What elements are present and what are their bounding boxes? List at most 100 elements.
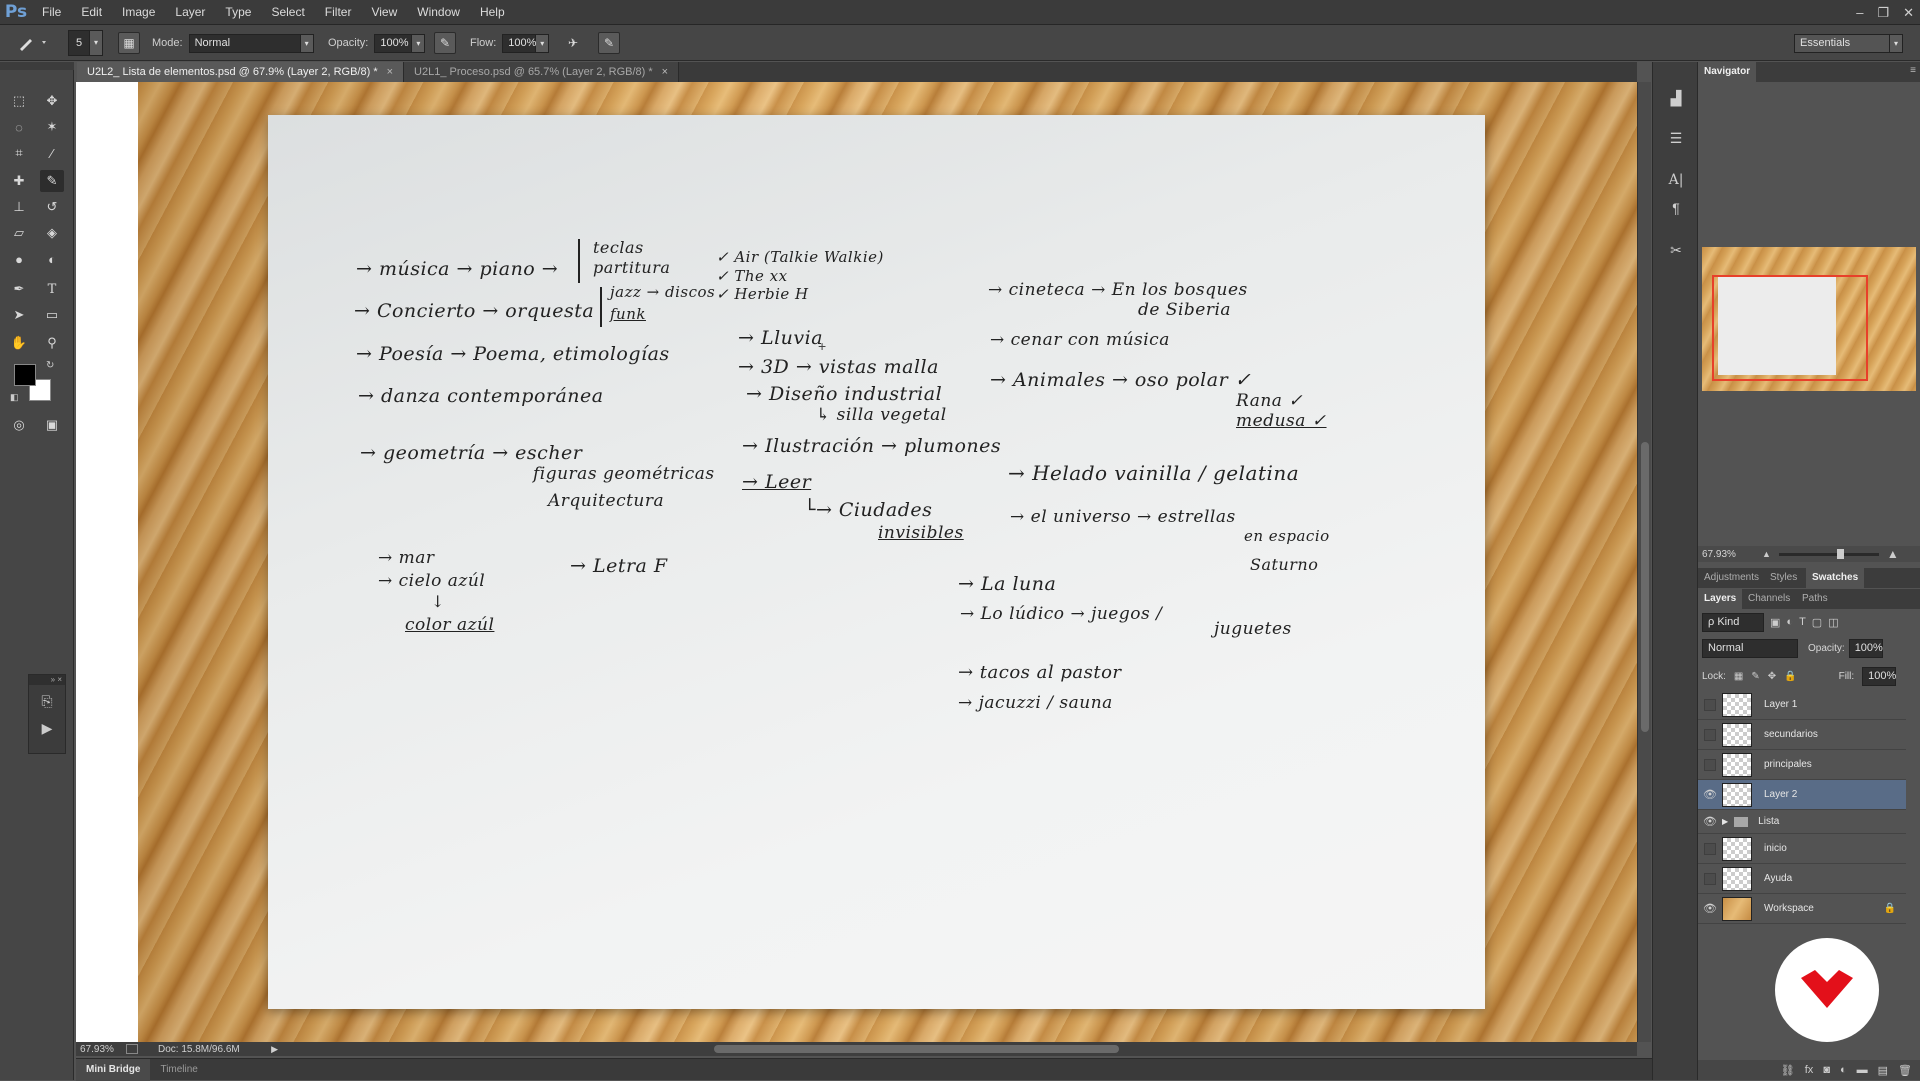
zoom-readout[interactable]: 67.93%: [80, 1044, 126, 1055]
lock-pixels-icon[interactable]: ✎: [1751, 671, 1759, 682]
eye-icon[interactable]: 👁: [1698, 815, 1722, 828]
minimize-button[interactable]: –: [1856, 5, 1863, 20]
screen-mode-icon[interactable]: ▣: [40, 414, 64, 436]
navigator-zoom-value[interactable]: 67.93%: [1702, 549, 1762, 560]
path-select-icon[interactable]: ➤: [7, 304, 31, 326]
filter-type-icon[interactable]: T: [1799, 616, 1806, 628]
close-icon[interactable]: ×: [387, 66, 393, 78]
layer-row[interactable]: inicio: [1698, 834, 1906, 864]
zoom-out-icon[interactable]: ▲: [1762, 549, 1771, 559]
airbrush-icon[interactable]: ✈: [562, 32, 584, 54]
marquee-icon[interactable]: ⬚: [7, 90, 31, 112]
visibility-toggle[interactable]: [1704, 842, 1716, 855]
chevron-down-icon[interactable]: ▾: [300, 33, 314, 53]
move-icon[interactable]: ✥: [40, 90, 64, 112]
properties-icon[interactable]: ☰: [1663, 126, 1689, 150]
zoom-in-icon[interactable]: ▲: [1887, 547, 1899, 561]
history-brush-icon[interactable]: ↺: [40, 196, 64, 218]
default-colors-icon[interactable]: ◧: [10, 392, 19, 403]
filter-pixel-icon[interactable]: ▣: [1770, 616, 1780, 629]
filter-adjust-icon[interactable]: ◐: [1786, 616, 1793, 628]
menu-select[interactable]: Select: [261, 0, 314, 25]
paragraph-icon[interactable]: ¶: [1663, 196, 1689, 220]
play-icon[interactable]: ▶: [271, 1044, 278, 1055]
filter-shape-icon[interactable]: ▢: [1812, 616, 1822, 629]
slider-handle[interactable]: [1836, 548, 1844, 559]
eraser-icon[interactable]: ▱: [7, 222, 31, 244]
rectangle-icon[interactable]: ▭: [40, 304, 64, 326]
document-canvas[interactable]: → música → piano → teclas partitura → Co…: [76, 82, 1637, 1042]
lock-transparent-icon[interactable]: ▦: [1734, 671, 1743, 682]
history-icon[interactable]: ⎘: [29, 693, 65, 710]
brush-icon[interactable]: ✎: [40, 170, 64, 192]
close-window-button[interactable]: ✕: [1903, 5, 1914, 21]
foreground-color-swatch[interactable]: [14, 364, 36, 386]
tab-timeline[interactable]: Timeline: [150, 1059, 207, 1081]
filter-smart-icon[interactable]: ◫: [1828, 616, 1838, 629]
character-icon[interactable]: A|: [1663, 168, 1689, 192]
stamp-icon[interactable]: ⊥: [7, 196, 31, 218]
workspace-switcher[interactable]: Essentials: [1794, 33, 1890, 53]
tab-swatches[interactable]: Swatches: [1806, 568, 1865, 588]
brush-panel-toggle-icon[interactable]: ▦: [118, 32, 140, 54]
toolbar-grip[interactable]: [0, 62, 74, 70]
eye-icon[interactable]: 👁: [1698, 902, 1722, 915]
visibility-toggle[interactable]: [1704, 872, 1716, 885]
swap-colors-icon[interactable]: ↻: [46, 360, 54, 371]
menu-layer[interactable]: Layer: [165, 0, 215, 25]
tab-navigator[interactable]: Navigator: [1698, 62, 1757, 82]
layer-row[interactable]: secundarios: [1698, 720, 1906, 750]
tab-proceso[interactable]: U2L1_ Proceso.psd @ 65.7% (Layer 2, RGB/…: [404, 62, 680, 82]
fx-icon[interactable]: fx: [1805, 1064, 1814, 1076]
expand-arrow-icon[interactable]: ▶: [1722, 817, 1728, 826]
lasso-icon[interactable]: ◌: [7, 116, 31, 138]
vertical-scrollbar[interactable]: [1637, 82, 1651, 1042]
type-icon[interactable]: T: [40, 278, 64, 300]
dodge-icon[interactable]: ◐: [40, 248, 64, 270]
menu-file[interactable]: File: [32, 0, 71, 25]
menu-window[interactable]: Window: [407, 0, 470, 25]
visibility-toggle[interactable]: [1704, 698, 1716, 711]
blend-mode-select[interactable]: Normal: [1702, 638, 1798, 658]
menu-type[interactable]: Type: [215, 0, 261, 25]
menu-view[interactable]: View: [361, 0, 407, 25]
layer-row-selected[interactable]: 👁 Layer 2: [1698, 780, 1906, 810]
chevron-down-icon[interactable]: ▾: [536, 33, 550, 53]
histogram-icon[interactable]: ▟: [1663, 86, 1689, 110]
mode-select[interactable]: Normal: [188, 33, 301, 53]
pressure-size-icon[interactable]: ✎: [598, 32, 620, 54]
brush-presets-icon[interactable]: ✂: [1663, 238, 1689, 262]
lock-position-icon[interactable]: ✥: [1768, 671, 1776, 682]
chevron-down-icon[interactable]: ▾: [412, 33, 426, 53]
zoom-icon[interactable]: ⚲: [40, 332, 64, 354]
flow-input[interactable]: 100%: [502, 33, 536, 53]
layer-row[interactable]: principales: [1698, 750, 1906, 780]
menu-filter[interactable]: Filter: [315, 0, 362, 25]
layer-row[interactable]: 👁 Workspace 🔒: [1698, 894, 1906, 924]
opacity-input[interactable]: 100%: [374, 33, 413, 53]
add-mask-icon[interactable]: ◙: [1823, 1064, 1830, 1076]
navigator-view-frame[interactable]: [1712, 275, 1868, 381]
tab-adjustments[interactable]: Adjustments: [1698, 568, 1765, 588]
tab-channels[interactable]: Channels: [1742, 589, 1796, 609]
play-icon[interactable]: ▶: [29, 720, 65, 737]
magic-wand-icon[interactable]: ✶: [40, 116, 64, 138]
menu-help[interactable]: Help: [470, 0, 515, 25]
pressure-opacity-icon[interactable]: ✎: [434, 32, 456, 54]
horizontal-scrollbar[interactable]: [332, 1042, 1637, 1056]
new-group-icon[interactable]: ▬: [1857, 1064, 1868, 1076]
tab-styles[interactable]: Styles: [1764, 568, 1803, 588]
close-icon[interactable]: ×: [662, 66, 668, 78]
lock-all-icon[interactable]: 🔒: [1784, 671, 1796, 682]
scroll-thumb[interactable]: [1641, 442, 1649, 732]
paint-bucket-icon[interactable]: ◈: [40, 222, 64, 244]
close-icon[interactable]: » ×: [29, 675, 65, 685]
trash-icon[interactable]: 🗑: [1898, 1064, 1912, 1077]
layer-fill-input[interactable]: 100%: [1862, 666, 1896, 686]
layer-filter-kind[interactable]: ρ Kind: [1702, 612, 1764, 632]
scroll-thumb[interactable]: [714, 1045, 1119, 1053]
restore-button[interactable]: ❐: [1877, 5, 1889, 21]
navigator-zoom-slider[interactable]: [1778, 548, 1879, 559]
tab-lista-elementos[interactable]: U2L2_ Lista de elementos.psd @ 67.9% (La…: [77, 62, 405, 82]
layer-row[interactable]: Ayuda: [1698, 864, 1906, 894]
